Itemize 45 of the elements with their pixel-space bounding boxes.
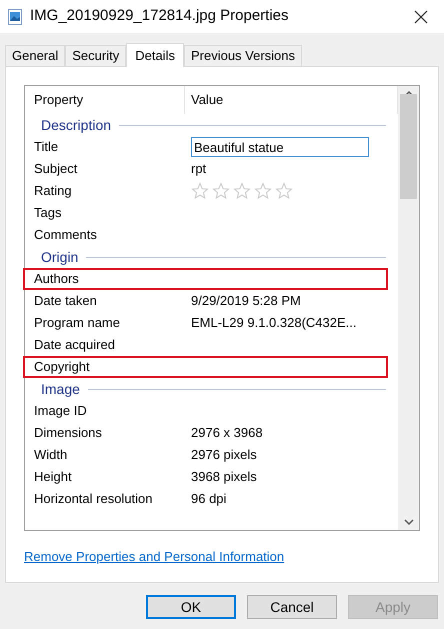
star-icon[interactable] [275, 182, 293, 200]
close-icon[interactable] [414, 10, 428, 24]
property-value: 2976 x 3968 [191, 424, 263, 442]
property-name: Image ID [33, 402, 88, 420]
dialog-button[interactable]: Cancel [247, 595, 337, 619]
property-name: Horizontal resolution [33, 490, 154, 508]
scroll-down-icon[interactable] [404, 518, 414, 526]
title-field[interactable]: Beautiful statue [191, 137, 369, 157]
group-heading: Description [41, 116, 112, 135]
property-name: Comments [33, 226, 98, 244]
property-value: 9/29/2019 5:28 PM [191, 292, 301, 310]
property-value: 3968 pixels [191, 468, 257, 486]
property-name: Width [33, 446, 68, 464]
property-name: Dimensions [33, 424, 103, 442]
star-icon[interactable] [191, 182, 209, 200]
property-name: Height [33, 468, 73, 486]
group-heading: Origin [41, 248, 78, 267]
property-name: Tags [33, 204, 62, 222]
property-name: Rating [33, 182, 73, 200]
property-name: Date taken [33, 292, 98, 310]
image-file-icon [8, 8, 22, 24]
property-name: Date acquired [33, 336, 116, 354]
window-title: IMG_20190929_172814.jpg Properties [30, 6, 290, 26]
property-name: Title [33, 138, 60, 156]
property-name: Authors [33, 270, 80, 288]
property-value: EML-L29 9.1.0.328(C432E... [191, 314, 356, 332]
property-value: 96 dpi [191, 490, 226, 508]
star-icon[interactable] [233, 182, 251, 200]
column-header[interactable]: Property [25, 86, 185, 114]
dialog-button[interactable]: OK [146, 595, 236, 619]
property-value: rpt [191, 160, 206, 178]
property-value: 2976 pixels [191, 446, 257, 464]
tab[interactable]: General [5, 45, 66, 66]
tab[interactable]: Details [126, 43, 184, 67]
star-icon[interactable] [212, 182, 230, 200]
property-name: Program name [33, 314, 121, 332]
star-icon[interactable] [254, 182, 272, 200]
remove-properties-link[interactable]: Remove Properties and Personal Information [24, 547, 284, 566]
property-name: Copyright [33, 358, 91, 376]
tab[interactable]: Security [65, 45, 126, 66]
tab[interactable]: Previous Versions [184, 45, 302, 66]
scrollbar[interactable] [398, 86, 419, 530]
scroll-thumb[interactable] [400, 94, 417, 199]
group-heading: Image [41, 380, 80, 399]
property-name: Subject [33, 160, 78, 178]
